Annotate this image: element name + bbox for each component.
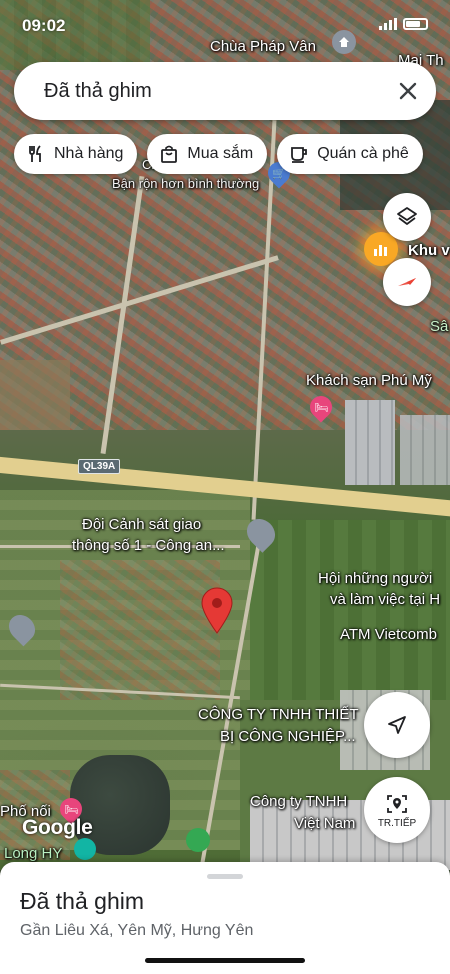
coffee-icon [291,147,308,163]
status-time: 09:02 [22,16,66,35]
company1-label-line2[interactable]: BỊ CÔNG NGHIỆP... [220,728,356,745]
warehouse [345,400,395,485]
battery-icon [403,18,428,30]
road-shield-ql39a: QL39A [78,459,121,474]
police-label-line2[interactable]: thông số 1 - Công an... [72,537,225,554]
association-label-line2[interactable]: và làm việc tại H [330,591,440,608]
temple-icon [339,37,349,47]
long-hy-label[interactable]: Long HY [4,845,62,862]
chip-label: Mua sắm [187,145,254,162]
pagoda-label[interactable]: Chùa Pháp Vân [210,38,316,55]
directions-next-button[interactable]: TR.TIẾP [364,777,430,843]
company2-label-line2[interactable]: Việt Nam [294,815,355,832]
park-marker[interactable] [186,828,210,852]
chip-shopping[interactable]: Mua sắm [147,134,268,174]
warehouse [400,415,450,485]
service-marker[interactable] [74,838,96,860]
clear-search-button[interactable] [380,63,436,119]
association-label-line1[interactable]: Hội những người [318,570,432,587]
map-layers-button[interactable] [383,193,431,241]
shopping-bag-icon [161,145,178,163]
place-title: Đã thả ghim [20,888,145,914]
category-chips: Nhà hàng Mua sắm Quán cà phê [14,134,423,174]
map-label-sa[interactable]: Sâ [430,318,448,335]
hotel-label[interactable]: Khách sạn Phú Mỹ [306,372,432,389]
status-icons [379,18,428,30]
search-query[interactable]: Đã thả ghim [44,80,380,103]
atm-label[interactable]: ATM Vietcomb [340,626,437,643]
place-address: Gần Liêu Xá, Yên Mỹ, Hưng Yên [20,922,254,939]
directions-next-label: TR.TIẾP [377,817,417,829]
my-location-button[interactable] [364,692,430,758]
village [60,560,220,700]
chip-label: Quán cà phê [317,145,409,162]
sheet-grabber[interactable] [207,874,243,879]
bed-icon: 🛏 [64,803,78,816]
company1-label-line1[interactable]: CÔNG TY TNHH THIẾT [198,706,359,723]
dropped-pin-icon[interactable] [200,586,234,634]
chip-coffee[interactable]: Quán cà phê [277,134,423,174]
chip-label: Nhà hàng [54,145,124,162]
map-label-khu[interactable]: Khu v [408,242,450,259]
pagoda-marker[interactable] [332,30,356,54]
bar-chart-icon [374,245,387,256]
bed-icon: 🛏 [314,401,328,414]
company2-label-line1[interactable]: Công ty TNHH [250,793,347,810]
compass-button[interactable] [383,258,431,306]
police-label-line1[interactable]: Đội Cảnh sát giao [82,516,201,533]
search-bar[interactable]: Đã thả ghim [14,62,436,120]
compass-icon [398,278,416,286]
chip-restaurants[interactable]: Nhà hàng [14,134,138,174]
grass-field [250,520,450,710]
home-indicator[interactable] [145,958,305,963]
close-icon [399,82,417,100]
layers-icon [397,207,417,225]
navigation-arrow-icon [388,716,406,734]
signal-icon [379,18,397,30]
google-logo: Google [22,816,93,839]
bare-land [0,360,70,430]
pin-scan-icon [387,794,407,813]
busy-label: Bận rộn hơn bình thường [112,176,260,191]
restaurant-icon [29,145,41,162]
